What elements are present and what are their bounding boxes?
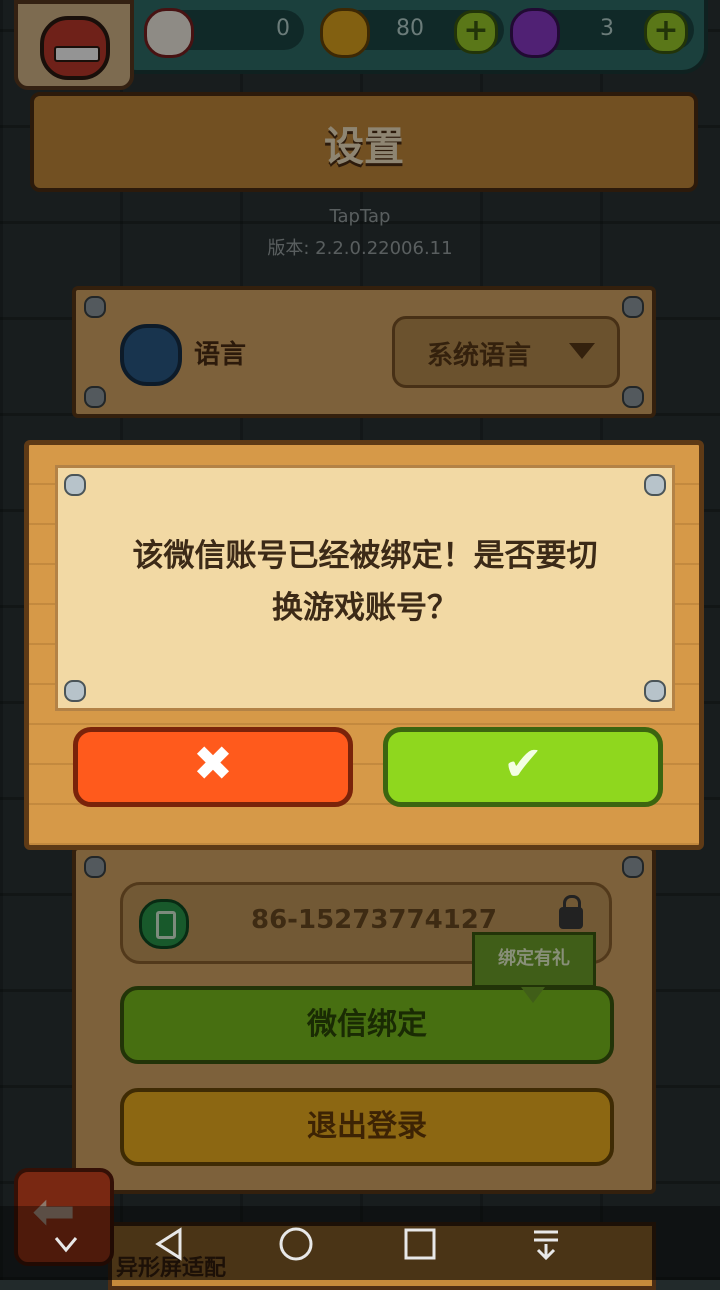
close-icon: ✖: [192, 736, 234, 792]
notification-pull-icon[interactable]: [526, 1224, 566, 1264]
home-circle-icon[interactable]: [276, 1224, 316, 1264]
confirm-button[interactable]: ✔: [383, 727, 663, 807]
confirm-dialog: 该微信账号已经被绑定！是否要切 换游戏账号？ ✖ ✔: [24, 440, 704, 850]
chevron-down-icon[interactable]: [46, 1224, 86, 1264]
back-triangle-icon[interactable]: [150, 1224, 190, 1264]
recents-square-icon[interactable]: [400, 1224, 440, 1264]
checkmark-icon: ✔: [502, 736, 544, 792]
system-navigation-bar: [0, 1206, 720, 1280]
cancel-button[interactable]: ✖: [73, 727, 353, 807]
dialog-message-area: 该微信账号已经被绑定！是否要切 换游戏账号？: [55, 465, 675, 711]
dialog-message-line1: 该微信账号已经被绑定！是否要切: [132, 538, 598, 574]
dialog-message-line2: 换游戏账号？: [272, 590, 458, 626]
dialog-message: 该微信账号已经被绑定！是否要切 换游戏账号？: [92, 530, 638, 634]
